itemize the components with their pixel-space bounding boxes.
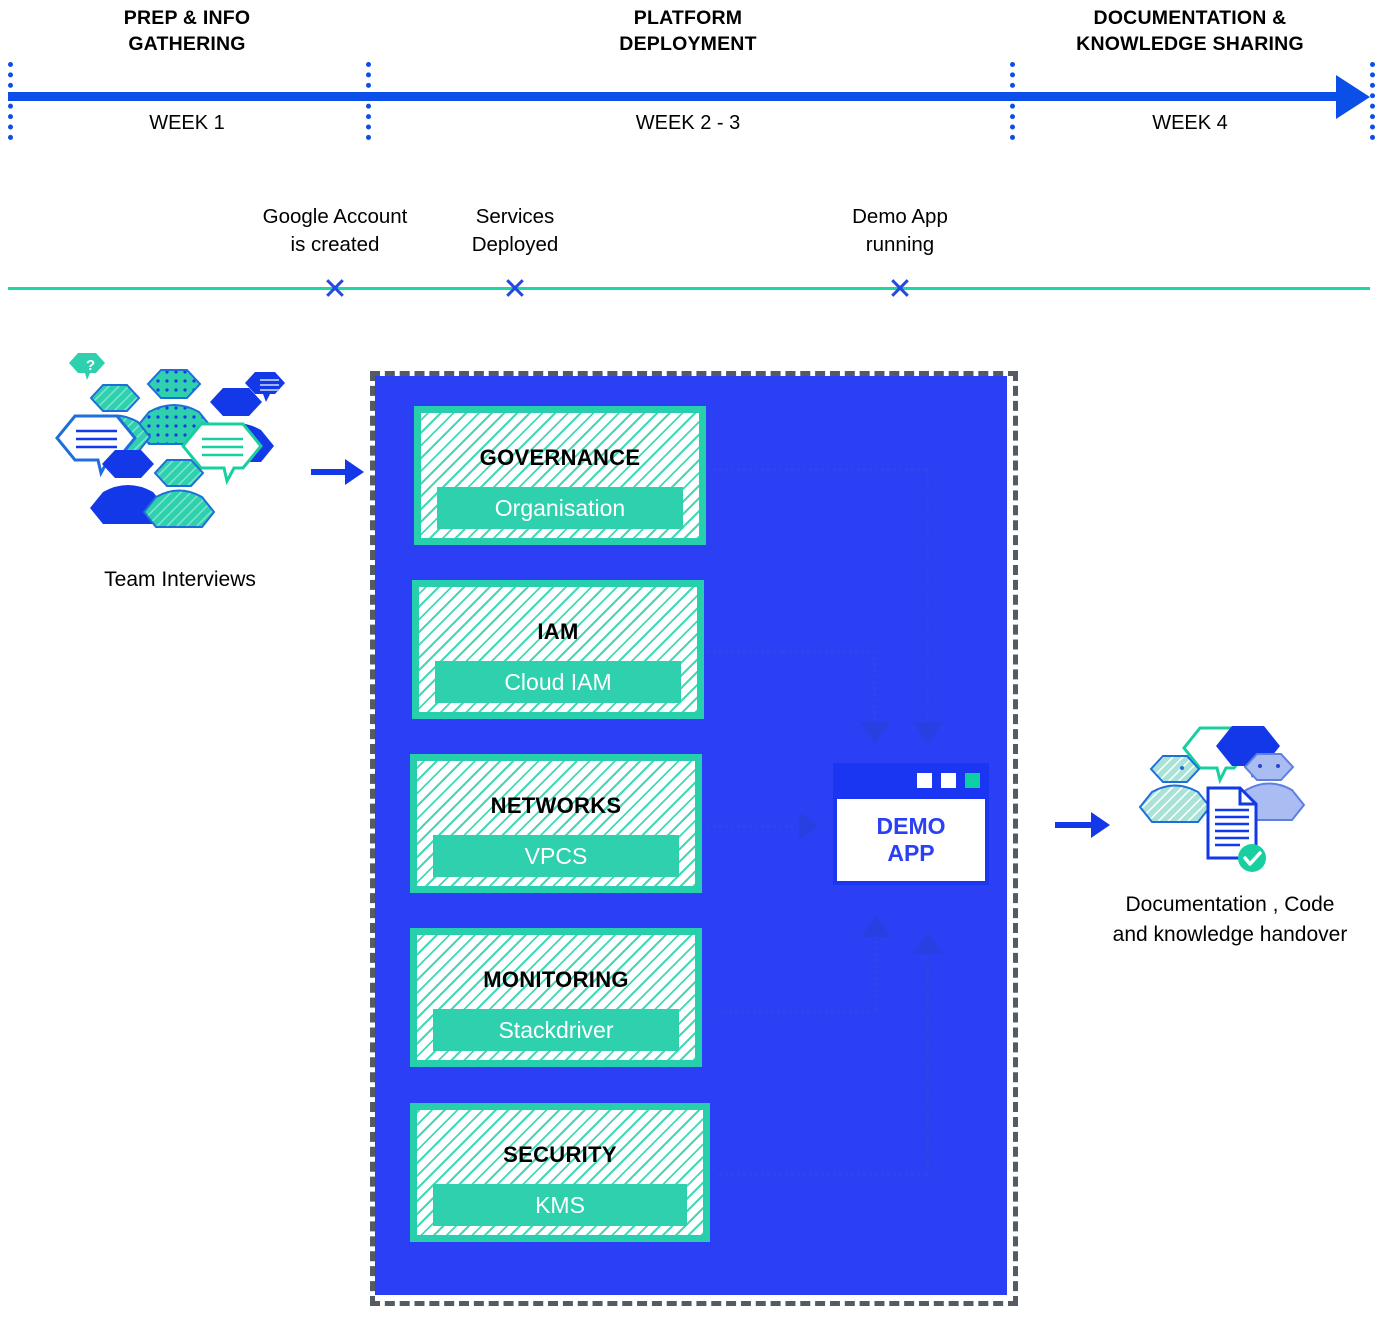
stack-title-iam: IAM xyxy=(537,619,579,644)
connector-iam-arrow-icon xyxy=(860,722,890,744)
stack-box-monitoring[interactable]: MONITORING Stackdriver xyxy=(410,928,702,1067)
demo-app-line2: APP xyxy=(887,840,935,866)
week-label-1: WEEK 1 xyxy=(149,112,225,134)
milestone-marker-services-deployed xyxy=(504,277,526,299)
window-control-3-icon[interactable] xyxy=(965,773,980,788)
connector-iam-vertical xyxy=(873,650,876,727)
handover-group: Documentation , Code and knowledge hando… xyxy=(1110,720,1360,950)
connector-monitoring-horizontal xyxy=(718,1010,876,1013)
handover-caption: Documentation , Code and knowledge hando… xyxy=(1112,893,1348,946)
arrow-to-platform-line xyxy=(311,469,347,475)
team-interviews-group: ? Team Interviews xyxy=(55,350,310,600)
milestone-marker-google-account xyxy=(324,277,346,299)
timeline-divider-end xyxy=(1370,62,1375,140)
connector-iam-horizontal-2 xyxy=(783,650,876,653)
milestone-line xyxy=(8,287,1370,290)
stack-chip-stackdriver[interactable]: Stackdriver xyxy=(433,1009,679,1051)
team-interviews-icon: ? xyxy=(55,353,285,528)
stack-chip-organisation[interactable]: Organisation xyxy=(437,487,683,529)
demo-app-window-controls xyxy=(917,773,980,788)
connector-governance-arrow-icon xyxy=(913,722,943,744)
week-label-3: WEEK 4 xyxy=(1152,112,1228,134)
demo-app-line1: DEMO xyxy=(876,813,946,839)
connector-networks-horizontal xyxy=(706,825,801,828)
milestone-marker-demo-app-running xyxy=(889,277,911,299)
timeline: PREP & INFO GATHERING PLATFORM DEPLOYMEN… xyxy=(0,0,1382,160)
phase-title-documentation: DOCUMENTATION & KNOWLEDGE SHARING xyxy=(1076,7,1304,55)
milestone-label-services-deployed: Services Deployed xyxy=(471,205,559,256)
connector-governance-vertical xyxy=(926,468,929,727)
stack-chip-kms[interactable]: KMS xyxy=(433,1184,687,1226)
stack-box-governance[interactable]: GOVERNANCE Organisation xyxy=(414,406,706,545)
window-control-1-icon[interactable] xyxy=(917,773,932,788)
week-label-2: WEEK 2 - 3 xyxy=(635,112,741,134)
phase-title-platform: PLATFORM DEPLOYMENT xyxy=(619,7,757,55)
connector-networks-arrow-icon xyxy=(799,812,819,840)
milestone-track: Google Account is created Services Deplo… xyxy=(0,190,1382,305)
svg-text:?: ? xyxy=(86,357,95,374)
connector-security-horizontal xyxy=(718,1173,928,1176)
stack-title-governance: GOVERNANCE xyxy=(479,445,641,470)
connector-iam-horizontal xyxy=(706,650,783,653)
stack-title-monitoring: MONITORING xyxy=(483,967,629,992)
connector-monitoring-arrow-icon xyxy=(861,915,891,937)
milestone-label-demo-app-running: Demo App running xyxy=(852,205,948,256)
stack-chip-cloud-iam[interactable]: Cloud IAM xyxy=(435,661,681,703)
stack-chip-vpcs[interactable]: VPCS xyxy=(433,835,679,877)
stack-box-security[interactable]: SECURITY KMS xyxy=(410,1103,710,1242)
milestone-label-google-account: Google Account is created xyxy=(262,205,408,256)
arrow-to-handover-line xyxy=(1055,822,1093,828)
connector-security-vertical xyxy=(926,945,929,1175)
connector-security-arrow-icon xyxy=(913,932,943,954)
timeline-axis xyxy=(8,92,1338,101)
stack-box-networks[interactable]: NETWORKS VPCS xyxy=(410,754,702,893)
arrow-to-platform-head-icon xyxy=(345,459,364,485)
connector-monitoring-vertical xyxy=(874,928,877,1012)
connector-governance-horizontal xyxy=(706,468,927,471)
stack-title-security: SECURITY xyxy=(503,1142,617,1167)
window-control-2-icon[interactable] xyxy=(941,773,956,788)
team-interviews-caption: Team Interviews xyxy=(104,568,256,591)
phase-title-prep: PREP & INFO GATHERING xyxy=(123,7,251,55)
stack-box-iam[interactable]: IAM Cloud IAM xyxy=(412,580,704,719)
stack-title-networks: NETWORKS xyxy=(490,793,622,818)
demo-app-window[interactable]: DEMO APP xyxy=(833,763,989,885)
documentation-handover-icon xyxy=(1138,726,1306,872)
demo-app-screen: DEMO APP xyxy=(837,799,985,881)
arrow-to-handover-head-icon xyxy=(1091,812,1110,838)
